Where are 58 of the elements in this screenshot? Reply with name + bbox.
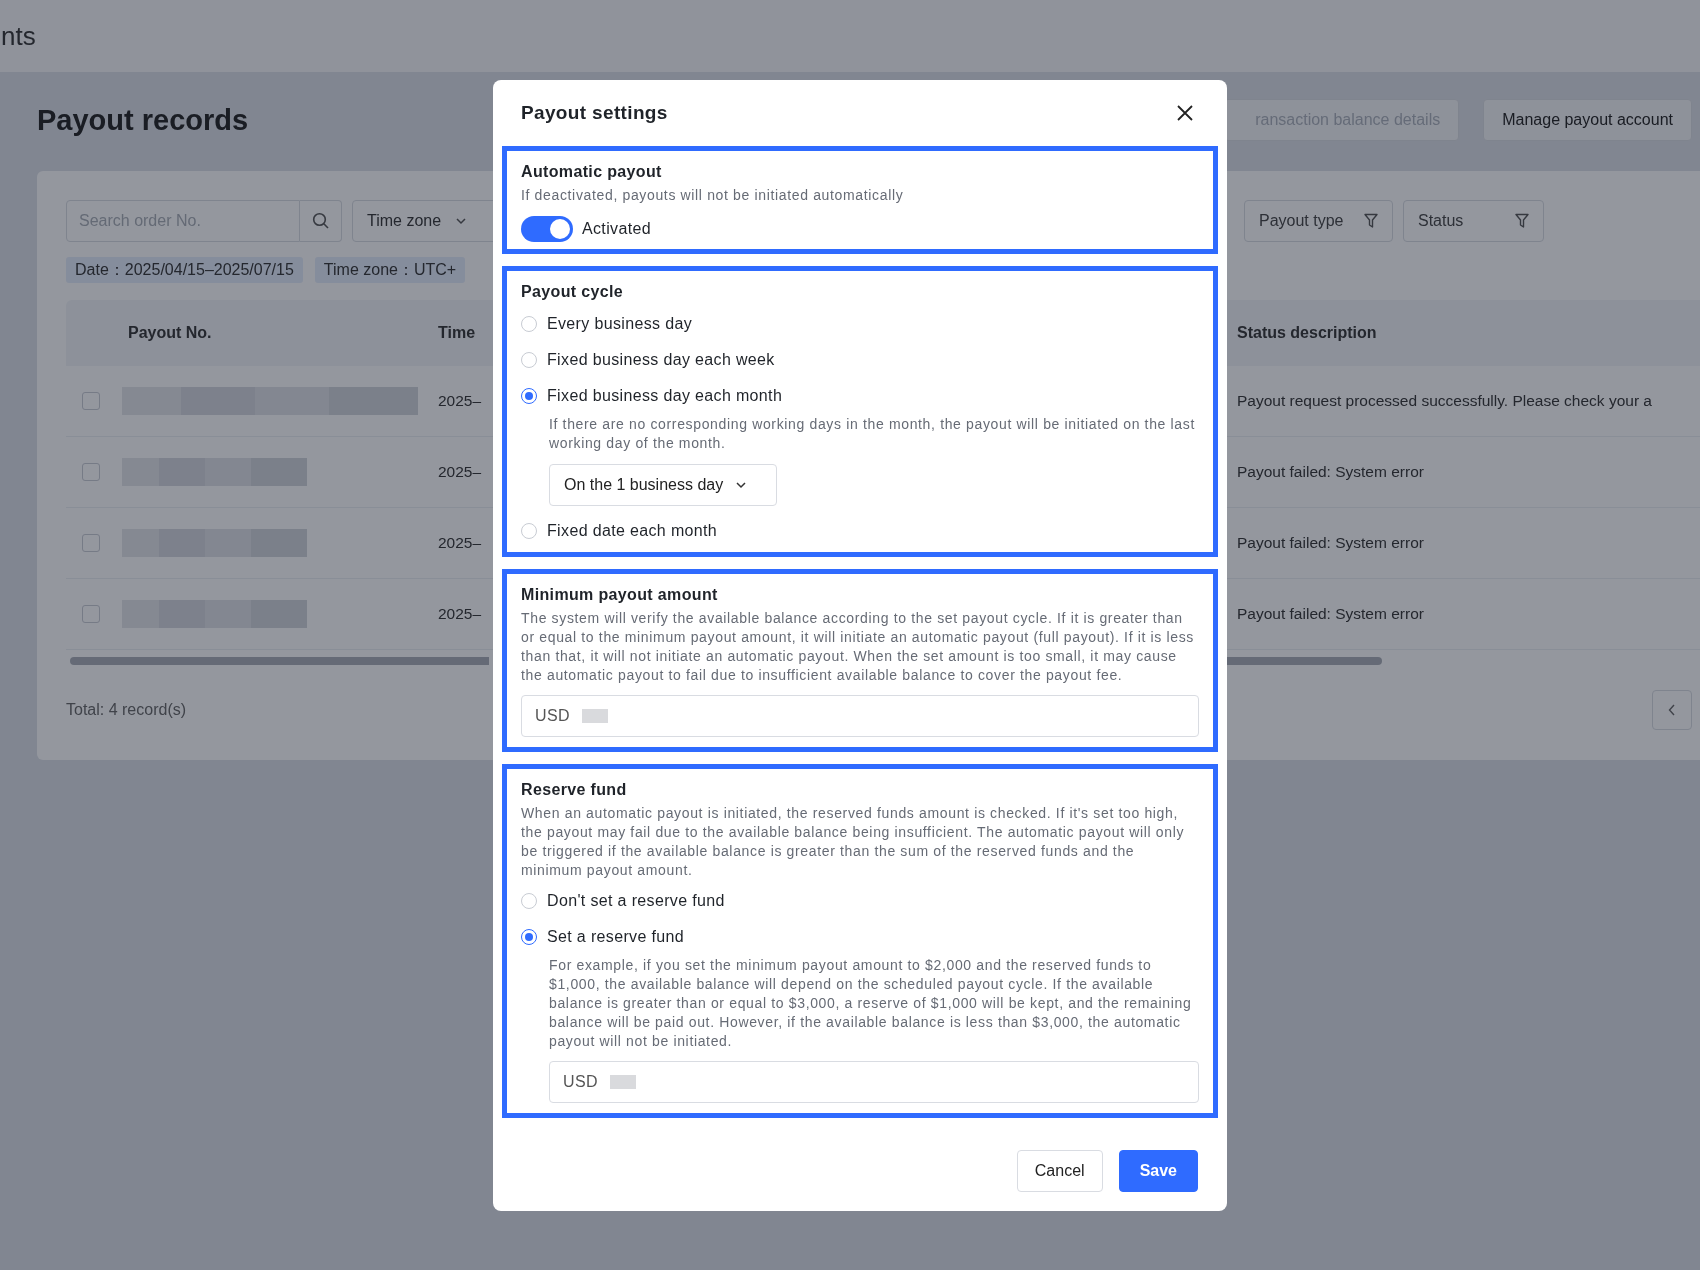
section-title: Payout cycle bbox=[521, 282, 625, 302]
action-button[interactable]: Manage payout account bbox=[1483, 99, 1692, 141]
previous-page-button[interactable] bbox=[1652, 690, 1692, 730]
search-button[interactable] bbox=[300, 200, 342, 242]
section-title: Reserve fund bbox=[521, 780, 628, 800]
chevron-down-icon bbox=[735, 481, 748, 489]
section-description: If deactivated, payouts will not be initiated automatically bbox=[521, 186, 905, 205]
table-cell: 2025– bbox=[438, 392, 482, 410]
row-checkbox[interactable] bbox=[82, 534, 100, 552]
section-title: Automatic payout bbox=[521, 162, 663, 182]
row-checkbox[interactable] bbox=[82, 605, 100, 623]
save-button[interactable]: Save bbox=[1118, 1150, 1198, 1192]
table-cell: Payout failed: System error bbox=[1237, 605, 1424, 623]
option-label[interactable]: Fixed business day each week bbox=[547, 351, 775, 369]
day-select[interactable]: On the 1 business day bbox=[549, 464, 777, 506]
table-cell: 2025– bbox=[438, 534, 482, 552]
dialog-title: Payout settings bbox=[521, 102, 668, 124]
filter-icon bbox=[1364, 213, 1378, 229]
toggle-label: Activated bbox=[582, 220, 651, 238]
table-cell: Payout failed: System error bbox=[1237, 463, 1424, 481]
table-cell: 2025– bbox=[438, 605, 482, 623]
section-description: When an automatic payout is initiated, the reserved funds amount is checked. If it's set too high, the payout may fail due to the available balance being insufficient. The automatic payout will only be triggered if the available balance is greater than the sum of the reserved funds and the minimum payout amount. bbox=[521, 804, 1186, 880]
column-header: Status description bbox=[1237, 324, 1377, 342]
table-cell: Payout request processed successfully. Please check your a bbox=[1237, 392, 1652, 410]
chevron-down-icon bbox=[455, 217, 468, 225]
row-checkbox[interactable] bbox=[82, 463, 100, 481]
search-icon bbox=[311, 212, 330, 230]
table-cell: 2025– bbox=[438, 463, 482, 481]
page-title: Payout records bbox=[37, 103, 249, 137]
filter-icon bbox=[1515, 213, 1529, 229]
toggle-switch[interactable] bbox=[521, 216, 573, 242]
table-cell: Payout failed: System error bbox=[1237, 534, 1424, 552]
option-label[interactable]: Set a reserve fund bbox=[547, 928, 685, 946]
amount-field[interactable]: USD bbox=[521, 695, 1199, 737]
redacted-value bbox=[609, 1075, 636, 1089]
option-label[interactable]: Every business day bbox=[547, 315, 693, 333]
row-checkbox[interactable] bbox=[82, 392, 100, 410]
column-header: Payout No. bbox=[128, 324, 212, 342]
filter-tag: Time zone：UTC+ bbox=[314, 257, 466, 283]
option-note: For example, if you set the minimum payout amount to $2,000 and the reserved funds to $1,000, the available balance will depend on the scheduled payout cycle. If the available balance is greater than or equal to $3,000, a reserve of $1,000 will be kept, and the remaining balance will be paid out. However, if the available balance is less than $3,000, the automatic payout will not be initiated. bbox=[549, 956, 1193, 1051]
column-header: Time bbox=[438, 324, 476, 342]
section-title: Minimum payout amount bbox=[521, 585, 719, 605]
filter-button[interactable]: Status bbox=[1403, 200, 1544, 242]
filter-tag: Date：2025/04/15–2025/07/15 bbox=[66, 257, 303, 283]
option-label[interactable]: Fixed date each month bbox=[547, 522, 718, 540]
chevron-left-icon bbox=[1668, 704, 1676, 716]
page-heading: nts bbox=[1, 20, 36, 52]
section-description: The system will verify the available balance according to the set payout cycle. If it is greater than or equal to the minimum payout amount, it will initiate an automatic payout (full payout). If it is less than that, it will not initiate an automatic payout. When the set amount is too small, it may cause the automatic payout to fail due to insufficient available balance to cover the payout fee. bbox=[521, 609, 1195, 685]
filter-button[interactable]: Payout type bbox=[1244, 200, 1393, 242]
option-label[interactable]: Don't set a reserve fund bbox=[547, 892, 725, 910]
scrollbar-thumb[interactable] bbox=[70, 657, 489, 665]
amount-field[interactable]: USD bbox=[549, 1061, 1199, 1103]
option-label[interactable]: Fixed business day each month bbox=[547, 387, 783, 405]
option-note: If there are no corresponding working days in the month, the payout will be initiated on the last working day of the month. bbox=[549, 415, 1196, 453]
redacted-value bbox=[581, 709, 608, 723]
close-icon[interactable] bbox=[1176, 104, 1194, 122]
cancel-button[interactable]: Cancel bbox=[1016, 1150, 1103, 1192]
record-count: Total: 4 record(s) bbox=[66, 701, 187, 719]
